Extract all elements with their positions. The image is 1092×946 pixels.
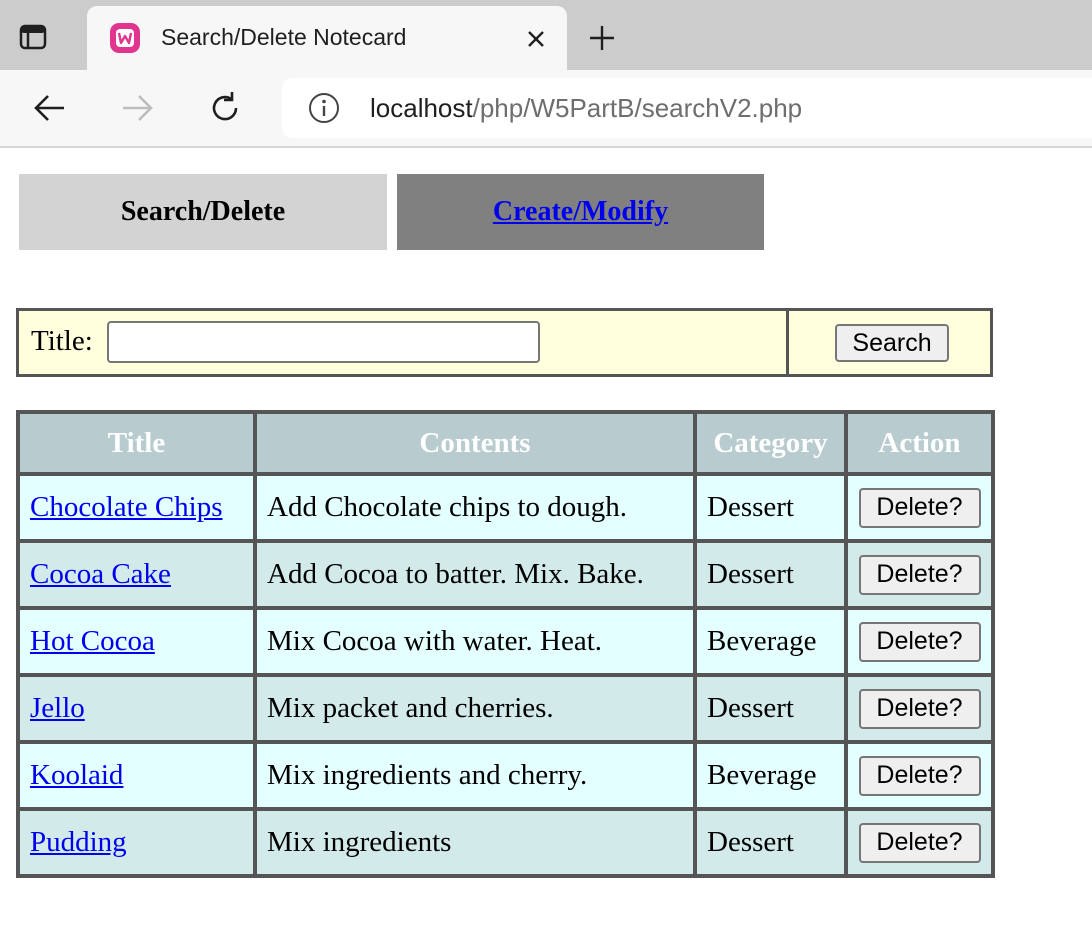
address-bar[interactable]: localhost/php/W5PartB/searchV2.php: [282, 78, 1092, 138]
info-icon[interactable]: [308, 92, 340, 124]
back-arrow-icon[interactable]: [30, 88, 70, 128]
title-cell: Koolaid: [18, 742, 255, 809]
browser-tab-strip: Search/Delete Notecard: [0, 0, 1092, 70]
title-cell: Cocoa Cake: [18, 541, 255, 608]
delete-button[interactable]: Delete?: [858, 755, 981, 796]
search-field-cell: Title:: [19, 311, 789, 374]
tab-actions-icon[interactable]: [16, 20, 50, 54]
title-cell: Hot Cocoa: [18, 608, 255, 675]
title-cell: Pudding: [18, 809, 255, 876]
table-row: Pudding Mix ingredients Dessert Delete?: [18, 809, 993, 876]
column-header-action: Action: [846, 412, 993, 474]
address-url: localhost/php/W5PartB/searchV2.php: [370, 93, 802, 124]
delete-button[interactable]: Delete?: [858, 621, 981, 662]
contents-cell: Mix packet and cherries.: [255, 675, 695, 742]
column-header-title: Title: [18, 412, 255, 474]
contents-cell: Add Chocolate chips to dough.: [255, 474, 695, 541]
notecard-title-link[interactable]: Hot Cocoa: [30, 625, 155, 657]
title-search-input[interactable]: [107, 321, 540, 363]
tab-title: Search/Delete Notecard: [161, 24, 407, 50]
table-row: Hot Cocoa Mix Cocoa with water. Heat. Be…: [18, 608, 993, 675]
table-row: Jello Mix packet and cherries. Dessert D…: [18, 675, 993, 742]
address-path: /php/W5PartB/searchV2.php: [472, 93, 803, 123]
title-cell: Chocolate Chips: [18, 474, 255, 541]
address-host: localhost: [370, 93, 473, 123]
create-modify-nav: Create/Modify: [397, 174, 764, 250]
table-row: Chocolate Chips Add Chocolate chips to d…: [18, 474, 993, 541]
delete-button[interactable]: Delete?: [858, 688, 981, 729]
delete-button[interactable]: Delete?: [858, 822, 981, 863]
close-icon[interactable]: [523, 26, 549, 52]
action-cell: Delete?: [846, 474, 993, 541]
title-label: Title:: [31, 325, 93, 357]
delete-button[interactable]: Delete?: [858, 487, 981, 528]
category-cell: Beverage: [695, 608, 846, 675]
notecard-title-link[interactable]: Koolaid: [30, 759, 123, 791]
contents-cell: Add Cocoa to batter. Mix. Bake.: [255, 541, 695, 608]
forward-arrow-icon[interactable]: [117, 88, 157, 128]
action-cell: Delete?: [846, 809, 993, 876]
title-cell: Jello: [18, 675, 255, 742]
action-cell: Delete?: [846, 675, 993, 742]
reload-icon[interactable]: [205, 88, 245, 128]
browser-toolbar: localhost/php/W5PartB/searchV2.php: [0, 70, 1092, 148]
notecard-title-link[interactable]: Chocolate Chips: [30, 491, 223, 523]
notecard-title-link[interactable]: Cocoa Cake: [30, 558, 171, 590]
search-form: Title: Search: [16, 308, 993, 377]
category-cell: Beverage: [695, 742, 846, 809]
action-cell: Delete?: [846, 541, 993, 608]
contents-cell: Mix ingredients: [255, 809, 695, 876]
action-cell: Delete?: [846, 608, 993, 675]
table-row: Koolaid Mix ingredients and cherry. Beve…: [18, 742, 993, 809]
category-cell: Dessert: [695, 675, 846, 742]
create-modify-link[interactable]: Create/Modify: [493, 196, 668, 228]
plus-icon[interactable]: [584, 20, 620, 56]
delete-button[interactable]: Delete?: [858, 554, 981, 595]
search-button[interactable]: Search: [835, 324, 949, 362]
action-cell: Delete?: [846, 742, 993, 809]
category-cell: Dessert: [695, 809, 846, 876]
notecard-table: Title Contents Category Action Chocolate…: [16, 410, 995, 878]
browser-tab-active[interactable]: Search/Delete Notecard: [87, 6, 567, 70]
search-delete-nav[interactable]: Search/Delete: [19, 174, 387, 250]
table-header-row: Title Contents Category Action: [18, 412, 993, 474]
column-header-category: Category: [695, 412, 846, 474]
notecard-title-link[interactable]: Jello: [30, 692, 85, 724]
contents-cell: Mix ingredients and cherry.: [255, 742, 695, 809]
contents-cell: Mix Cocoa with water. Heat.: [255, 608, 695, 675]
table-row: Cocoa Cake Add Cocoa to batter. Mix. Bak…: [18, 541, 993, 608]
wamp-favicon-icon: [109, 22, 141, 54]
category-cell: Dessert: [695, 541, 846, 608]
category-cell: Dessert: [695, 474, 846, 541]
column-header-contents: Contents: [255, 412, 695, 474]
notecard-title-link[interactable]: Pudding: [30, 826, 127, 858]
